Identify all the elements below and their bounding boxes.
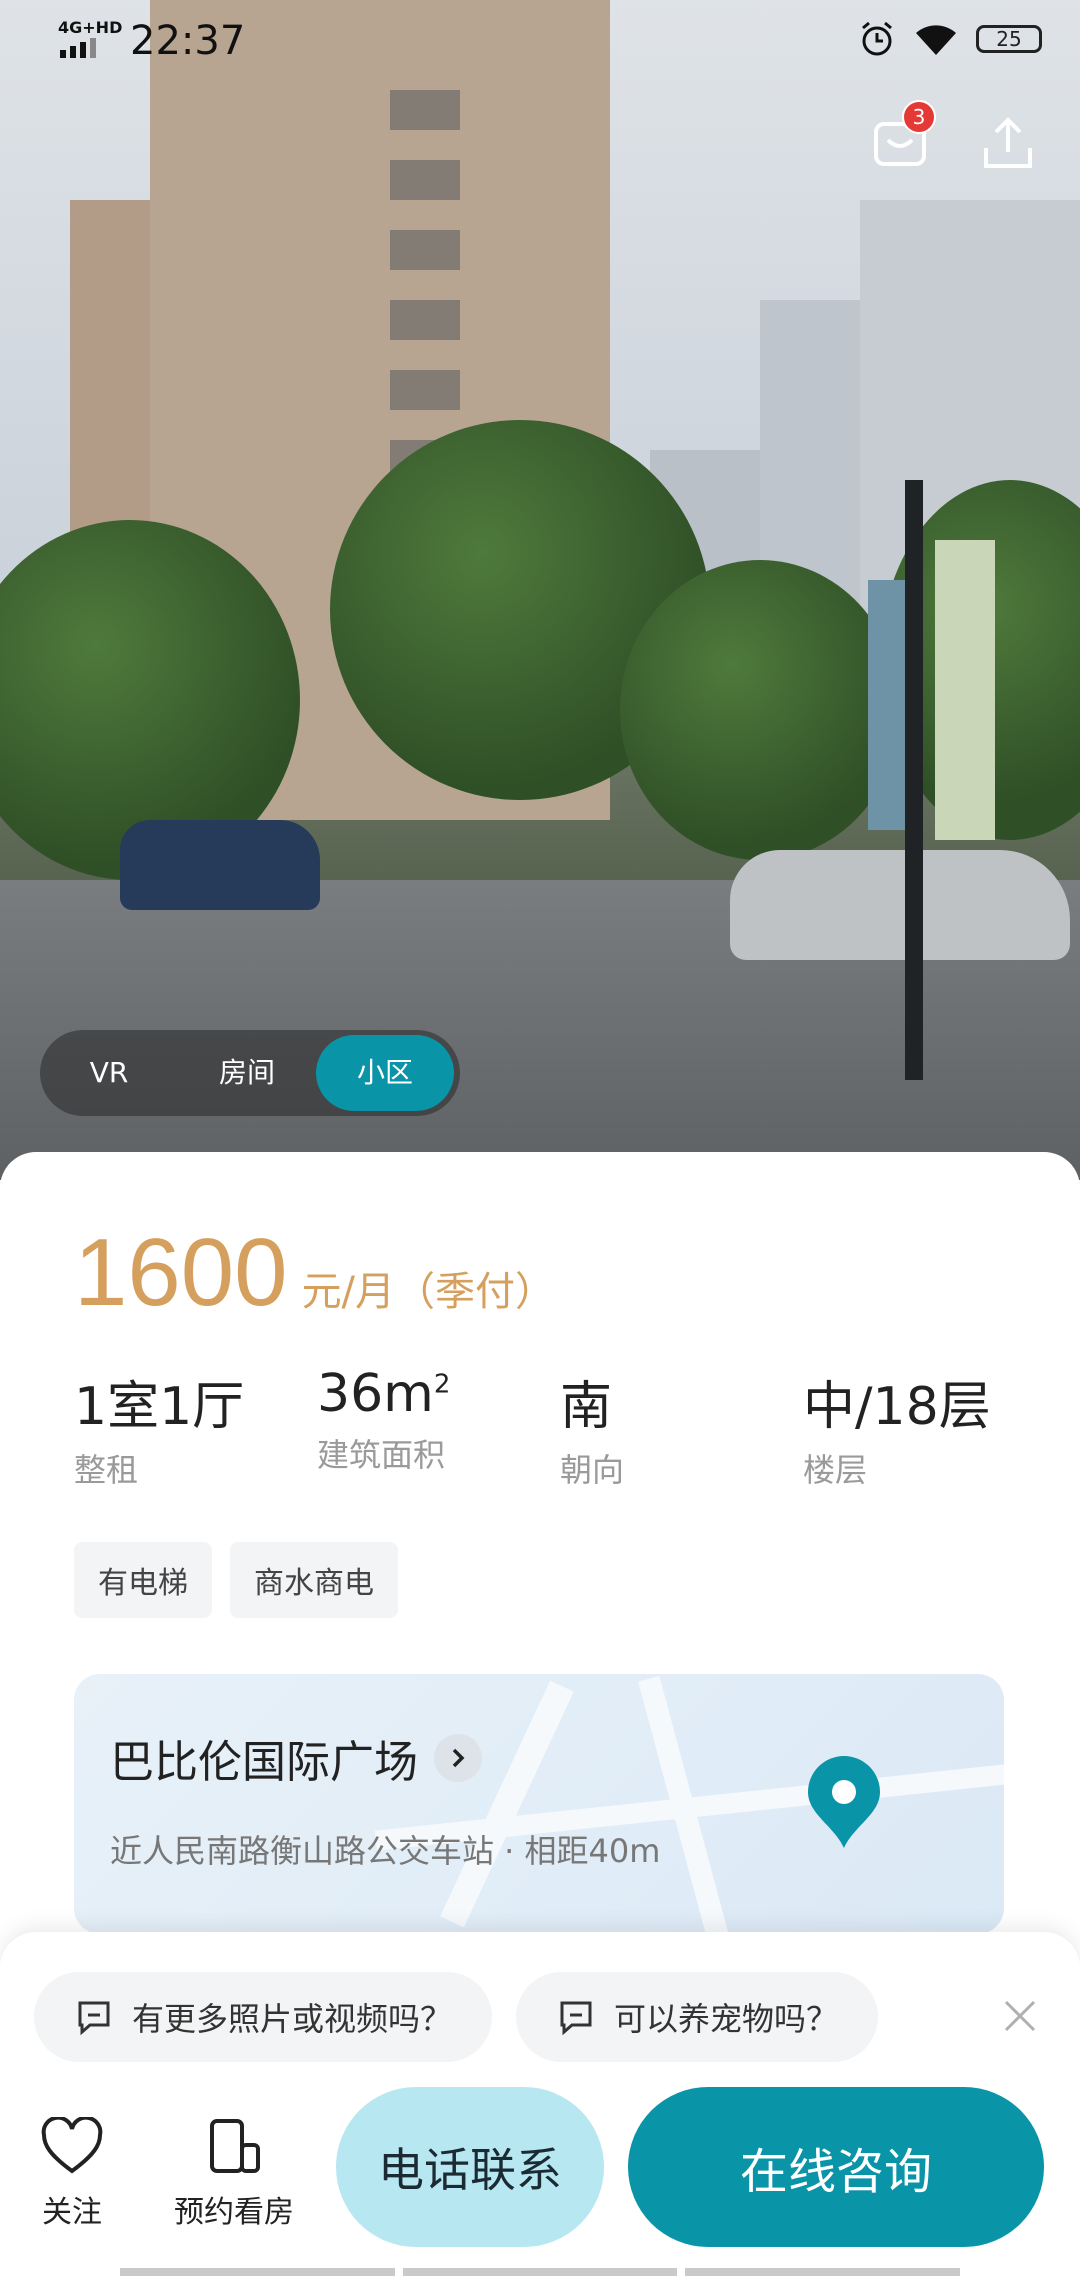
location-pin-icon [808, 1756, 880, 1848]
gesture-segment [402, 2268, 678, 2276]
community-card[interactable]: 巴比伦国际广场 近人民南路衡山路公交车站 · 相距40m [74, 1674, 1004, 1934]
quick-question-more-media[interactable]: 有更多照片或视频吗？ [34, 1972, 493, 2062]
rent-price: 1600 [74, 1219, 288, 1326]
share-button[interactable] [976, 112, 1040, 176]
bottom-sheet: 有更多照片或视频吗？ 可以养宠物吗？ 关注 预约看房 电话联系 在线咨询 [0, 1932, 1080, 2280]
tab-vr[interactable]: VR [40, 1030, 178, 1116]
fact-area: 36m2 建筑面积 [317, 1364, 560, 1491]
fact-value: 南 [560, 1377, 613, 1437]
community-name: 巴比伦国际广场 [110, 1737, 418, 1788]
gesture-segment [120, 2268, 395, 2276]
schedule-label: 预约看房 [174, 2195, 294, 2230]
photo-banner [935, 540, 995, 840]
schedule-viewing-button[interactable]: 预约看房 [164, 2117, 304, 2231]
heart-icon [41, 2115, 103, 2174]
close-icon[interactable] [1000, 1996, 1040, 2036]
chevron-right-icon [434, 1734, 482, 1782]
fact-layout: 1室1厅 整租 [74, 1364, 317, 1491]
top-actions: 3 [868, 100, 1040, 176]
tag-elevator: 有电梯 [74, 1542, 212, 1618]
chat-bubble-icon [560, 2001, 592, 2036]
fact-label: 朝向 [560, 1451, 625, 1489]
listing-photo[interactable] [0, 0, 1080, 1180]
photo-lamp-post [905, 480, 923, 1080]
battery-indicator: 25 [976, 25, 1042, 53]
fact-label: 楼层 [803, 1451, 868, 1489]
clock: 22:37 [130, 18, 246, 64]
messages-button[interactable]: 3 [868, 100, 936, 176]
bottom-actions: 关注 预约看房 电话联系 在线咨询 [0, 2087, 1080, 2247]
photo-car [120, 820, 320, 910]
tab-room[interactable]: 房间 [178, 1030, 316, 1116]
share-icon [984, 117, 1032, 168]
status-bar: 4G+HD 22:37 25 [0, 0, 1080, 86]
chat-bubble-icon [78, 2001, 110, 2036]
call-button[interactable]: 电话联系 [336, 2087, 604, 2247]
quick-question-pets[interactable]: 可以养宠物吗？ [516, 1972, 879, 2062]
quick-question-text: 可以养宠物吗？ [614, 2000, 839, 2038]
phone-schedule-icon [210, 2119, 260, 2173]
follow-label: 关注 [42, 2195, 102, 2230]
tab-community[interactable]: 小区 [316, 1035, 454, 1111]
area-superscript: 2 [433, 1369, 451, 1400]
fact-orientation: 南 朝向 [560, 1364, 803, 1491]
map-road [440, 1680, 574, 1928]
fact-label: 建筑面积 [317, 1436, 446, 1474]
community-name-row: 巴比伦国际广场 [110, 1726, 482, 1790]
tag-commercial-utilities: 商水商电 [230, 1542, 398, 1618]
signal-icon [60, 38, 96, 58]
feature-tags: 有电梯 商水商电 [74, 1542, 398, 1618]
transit-info: 近人民南路衡山路公交车站 · 相距40m [110, 1832, 661, 1870]
fact-label: 整租 [74, 1451, 139, 1489]
gesture-bar [120, 2268, 961, 2276]
alarm-icon [862, 21, 892, 56]
status-icons: 25 [858, 20, 1042, 58]
online-consult-button[interactable]: 在线咨询 [628, 2087, 1044, 2247]
fact-value: 1室1厅 [74, 1377, 245, 1437]
key-facts: 1室1厅 整租 36m2 建筑面积 南 朝向 中/18层 楼层 [74, 1364, 1046, 1491]
photo-car [730, 850, 1070, 960]
price-row: 1600 元/月（季付） [74, 1218, 555, 1328]
photo-tree [620, 560, 900, 860]
fact-value: 中/18层 [803, 1377, 991, 1437]
photo-banner [868, 580, 908, 830]
message-badge: 3 [902, 100, 936, 134]
quick-questions: 有更多照片或视频吗？ 可以养宠物吗？ [34, 1972, 879, 2062]
gesture-segment [685, 2268, 961, 2276]
rent-price-unit: 元/月（季付） [301, 1269, 556, 1315]
media-toggle: VR 房间 小区 [40, 1030, 460, 1116]
follow-button[interactable]: 关注 [2, 2115, 142, 2231]
fact-value: 36m2 [317, 1364, 560, 1424]
fact-floor: 中/18层 楼层 [803, 1364, 1046, 1491]
area-value: 36m [317, 1364, 434, 1424]
quick-question-text: 有更多照片或视频吗？ [132, 2000, 453, 2038]
screen: 4G+HD 22:37 25 3 VR 房间 小区 1600 元/月（季付） 1… [0, 0, 1080, 2280]
network-type: 4G+HD [58, 18, 123, 37]
wifi-icon [916, 25, 956, 55]
